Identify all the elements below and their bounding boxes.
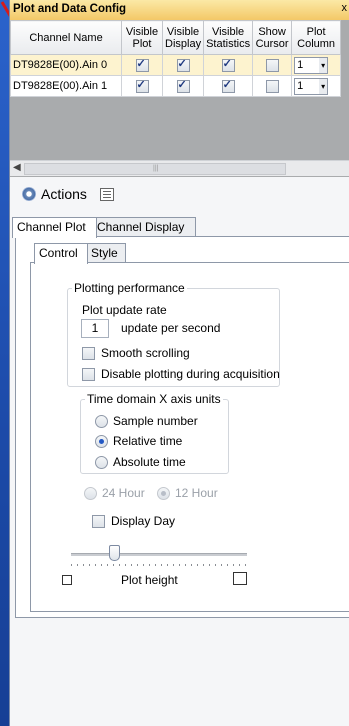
radio-relative-time[interactable]: Relative time bbox=[95, 434, 182, 449]
radio-button-disabled[interactable] bbox=[84, 487, 97, 501]
small-plot-icon bbox=[62, 575, 72, 585]
show-cursor-checkbox[interactable] bbox=[265, 79, 279, 93]
plot-height-slider-track[interactable] bbox=[71, 553, 247, 556]
channel-name-cell[interactable]: DT9828E(00).Ain 1 bbox=[10, 75, 122, 97]
time-domain-legend: Time domain X axis units bbox=[87, 392, 221, 406]
actions-bar: Actions bbox=[10, 180, 349, 210]
col-visible-statistics[interactable]: Visible Statistics bbox=[203, 20, 254, 55]
tab-channel-display[interactable]: Channel Display bbox=[92, 217, 196, 237]
col-visible-plot[interactable]: Visible Plot bbox=[121, 20, 163, 55]
radio-button-disabled-selected[interactable] bbox=[157, 487, 170, 501]
rate-unit-label: update per second bbox=[121, 321, 221, 335]
plot-height-label: Plot height bbox=[121, 573, 178, 587]
list-view-icon[interactable] bbox=[100, 188, 114, 201]
actions-label[interactable]: Actions bbox=[41, 186, 87, 202]
disable-plotting-checkbox[interactable] bbox=[82, 368, 95, 382]
desktop-background bbox=[0, 0, 9, 726]
grid-horizontal-scrollbar[interactable]: ◀ ||| bbox=[10, 160, 349, 176]
large-plot-icon bbox=[233, 572, 247, 585]
radio-button[interactable] bbox=[95, 415, 108, 429]
radio-24-hour[interactable]: 24 Hour bbox=[84, 486, 145, 501]
channel-name-cell[interactable]: DT9828E(00).Ain 0 bbox=[10, 54, 122, 76]
tab-control[interactable]: Control bbox=[34, 243, 88, 264]
close-icon[interactable]: x bbox=[342, 2, 348, 14]
col-channel-name[interactable]: Channel Name bbox=[10, 20, 122, 55]
visible-plot-checkbox[interactable] bbox=[135, 78, 149, 93]
table-row[interactable]: DT9828E(00).Ain 1 1▾ bbox=[10, 75, 342, 97]
plot-column-select[interactable]: 1 ▾ bbox=[294, 77, 329, 95]
display-day-option[interactable]: Display Day bbox=[92, 514, 175, 529]
visible-plot-checkbox[interactable] bbox=[135, 57, 149, 72]
chevron-down-icon: ▾ bbox=[319, 78, 328, 94]
col-visible-display[interactable]: Visible Display bbox=[161, 20, 205, 55]
scroll-left-icon[interactable]: ◀ bbox=[13, 162, 21, 173]
show-cursor-checkbox[interactable] bbox=[265, 58, 279, 72]
slider-ticks bbox=[71, 564, 247, 566]
display-day-checkbox[interactable] bbox=[92, 515, 105, 529]
grid-header-row: Channel Name Visible Plot Visible Display … bbox=[10, 20, 342, 55]
visible-display-checkbox[interactable] bbox=[176, 78, 190, 93]
panel-title: Plot and Data Config bbox=[13, 3, 127, 15]
radio-absolute-time[interactable]: Absolute time bbox=[95, 455, 186, 470]
plot-height-slider-thumb[interactable] bbox=[109, 545, 120, 561]
smooth-scrolling-checkbox[interactable] bbox=[82, 347, 95, 361]
plot-column-select[interactable]: 1 ▾ bbox=[294, 56, 329, 74]
visible-statistics-checkbox[interactable] bbox=[221, 78, 235, 93]
tab-style[interactable]: Style bbox=[86, 243, 126, 263]
visible-statistics-checkbox[interactable] bbox=[221, 57, 235, 72]
col-plot-column[interactable]: Plot Column bbox=[291, 20, 342, 55]
grip-icon: ||| bbox=[153, 165, 159, 172]
radio-button-selected[interactable] bbox=[95, 435, 108, 449]
scrollbar-thumb[interactable]: ||| bbox=[24, 163, 286, 175]
panel-title-bar: Plot and Data Config x bbox=[10, 0, 349, 21]
table-row[interactable]: DT9828E(00).Ain 0 1▾ bbox=[10, 54, 342, 76]
smooth-scrolling-option[interactable]: Smooth scrolling bbox=[82, 346, 190, 361]
radio-button[interactable] bbox=[95, 456, 108, 470]
disable-plotting-option[interactable]: Disable plotting during acquisition bbox=[82, 367, 280, 382]
plot-and-data-config-panel: Plot and Data Config x Channel Name Visi… bbox=[9, 0, 349, 726]
gear-icon[interactable] bbox=[22, 187, 36, 201]
visible-display-checkbox[interactable] bbox=[176, 57, 190, 72]
channel-grid: Channel Name Visible Plot Visible Display … bbox=[10, 20, 349, 177]
plotting-performance-legend: Plotting performance bbox=[74, 281, 185, 295]
plot-update-rate-label: Plot update rate bbox=[82, 303, 167, 317]
tab-channel-plot[interactable]: Channel Plot bbox=[12, 217, 97, 238]
plot-update-rate-input[interactable]: 1 bbox=[81, 319, 109, 338]
radio-sample-number[interactable]: Sample number bbox=[95, 414, 198, 429]
col-show-cursor[interactable]: Show Cursor bbox=[252, 20, 293, 55]
chevron-down-icon: ▾ bbox=[319, 57, 328, 73]
radio-12-hour[interactable]: 12 Hour bbox=[157, 486, 218, 501]
